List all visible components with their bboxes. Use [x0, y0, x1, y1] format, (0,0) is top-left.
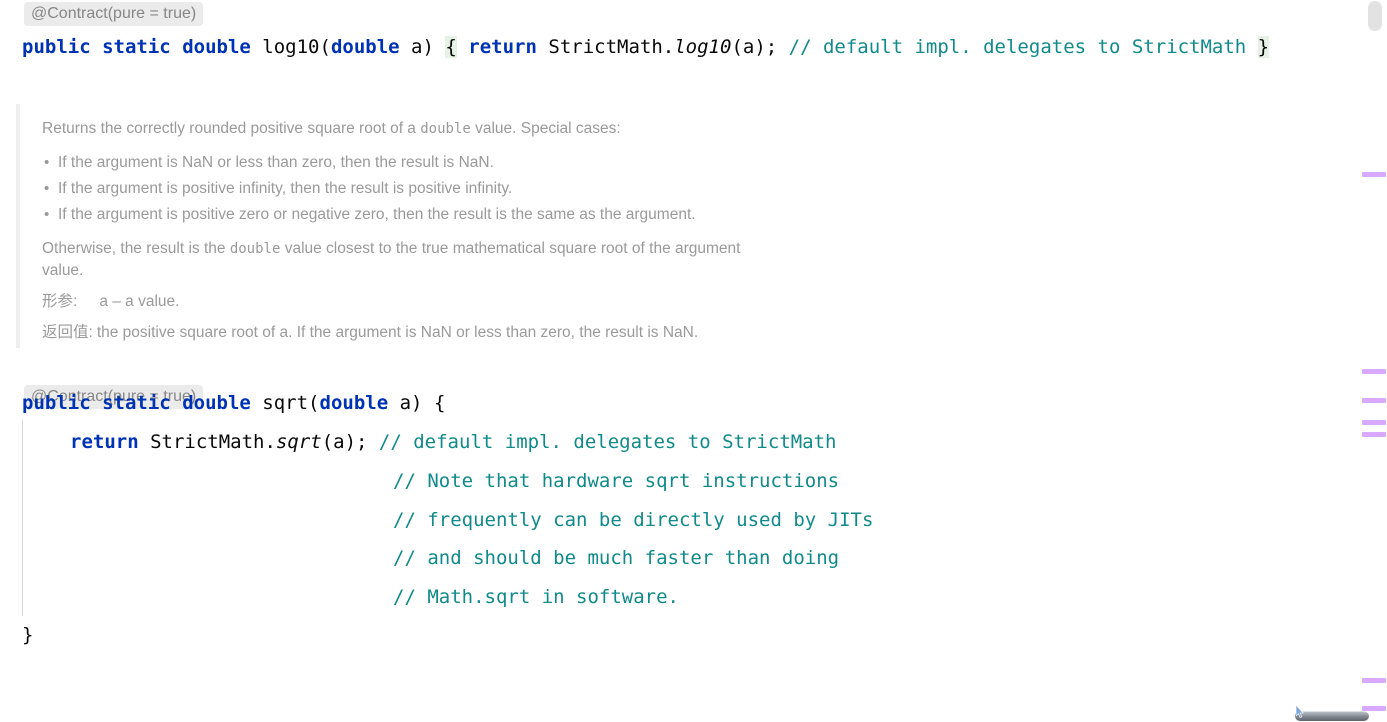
keyword-return: return	[70, 431, 139, 453]
open-paren: (	[319, 36, 331, 58]
keyword-double-param: double	[319, 392, 389, 414]
code-line-comment-math-sqrt-software[interactable]: // Math.sqrt in software.	[393, 586, 679, 608]
method-name-sqrt: sqrt	[262, 392, 309, 414]
list-item: If the argument is positive zero or nega…	[42, 202, 1016, 228]
doc-inline-code-double-1: double	[420, 121, 471, 137]
doc-params-row: 形参: a – a value.	[42, 291, 1016, 313]
scrollbar-marker-stripe[interactable]	[1362, 398, 1386, 403]
comment-default-impl: // default impl. delegates to StrictMath	[788, 36, 1247, 58]
open-brace: {	[433, 392, 446, 414]
quick-documentation-popup[interactable]: Returns the correctly rounded positive s…	[16, 104, 1016, 348]
doc-intro-text-before: Returns the correctly rounded positive s…	[42, 120, 421, 137]
code-line-closing-brace[interactable]: }	[22, 624, 33, 646]
keyword-double-return: double	[182, 36, 251, 58]
doc-params-value: a – a value.	[99, 293, 180, 310]
doc-otherwise-text-before: Otherwise, the result is the	[42, 240, 230, 257]
scrollbar-marker-stripe[interactable]	[1362, 172, 1386, 177]
horizontal-scrollbar-thumb[interactable]	[1295, 711, 1369, 721]
method-name-log10: log10	[262, 36, 320, 58]
doc-returns-label: 返回值:	[42, 324, 93, 341]
horizontal-scrollbar[interactable]	[0, 710, 1387, 722]
scrollbar-marker-stripe[interactable]	[1362, 369, 1386, 374]
indent-guide-line	[22, 420, 23, 616]
class-reference-strictmath: StrictMath.	[548, 36, 675, 58]
vertical-scrollbar[interactable]	[1360, 0, 1387, 712]
doc-intro-text-after: value. Special cases:	[470, 120, 621, 137]
doc-returns-value: the positive square root of a. If the ar…	[96, 324, 699, 341]
keyword-return: return	[468, 36, 537, 58]
open-paren: (	[308, 392, 320, 414]
doc-special-cases-list: If the argument is NaN or less than zero…	[42, 150, 1016, 228]
code-line-sqrt-return[interactable]: return StrictMath.sqrt(a); // default im…	[70, 431, 836, 453]
scrollbar-marker-stripe[interactable]	[1362, 678, 1386, 683]
highlighted-close-brace: }	[1257, 36, 1270, 58]
keyword-double-return: double	[182, 392, 251, 414]
param-name-a: a	[399, 392, 412, 414]
scrollbar-marker-stripe[interactable]	[1362, 420, 1386, 425]
code-line-comment-faster[interactable]: // and should be much faster than doing	[393, 547, 839, 569]
code-line-comment-hardware-sqrt[interactable]: // Note that hardware sqrt instructions	[393, 470, 839, 492]
method-call-log10: log10	[674, 36, 732, 58]
scrollbar-marker-stripe[interactable]	[1362, 432, 1386, 437]
list-item: If the argument is positive infinity, th…	[42, 176, 1016, 202]
call-arguments: (a);	[321, 431, 368, 453]
vertical-scrollbar-thumb[interactable]	[1368, 1, 1382, 31]
inlay-hint-contract-log10[interactable]: @Contract(pure = true)	[24, 2, 204, 26]
keyword-public: public	[22, 392, 91, 414]
close-paren: )	[422, 36, 434, 58]
method-call-sqrt: sqrt	[275, 431, 322, 453]
param-name-a: a	[411, 36, 423, 58]
doc-intro-paragraph: Returns the correctly rounded positive s…	[42, 118, 772, 140]
code-line-sqrt-signature[interactable]: public static double sqrt(double a) {	[22, 392, 445, 414]
code-line-comment-jits[interactable]: // frequently can be directly used by JI…	[393, 509, 873, 531]
keyword-double-param: double	[330, 36, 400, 58]
code-editor-surface[interactable]: @Contract(pure = true) public static dou…	[0, 0, 1360, 722]
mouse-cursor-icon	[1296, 705, 1304, 718]
class-reference-strictmath: StrictMath.	[150, 431, 276, 453]
call-arguments: (a);	[731, 36, 778, 58]
doc-params-label: 形参:	[42, 293, 78, 310]
close-paren: )	[411, 392, 423, 414]
keyword-public: public	[22, 36, 91, 58]
doc-returns-row: 返回值: the positive square root of a. If th…	[42, 322, 1016, 344]
doc-inline-code-double-2: double	[229, 241, 281, 257]
list-item: If the argument is NaN or less than zero…	[42, 150, 1016, 176]
highlighted-open-brace: {	[445, 36, 457, 58]
comment-default-impl: // default impl. delegates to StrictMath	[378, 431, 837, 453]
keyword-static: static	[102, 392, 171, 414]
code-line-log10[interactable]: public static double log10(double a) { r…	[22, 36, 1270, 58]
keyword-static: static	[102, 36, 171, 58]
doc-otherwise-paragraph: Otherwise, the result is the double valu…	[42, 238, 772, 282]
